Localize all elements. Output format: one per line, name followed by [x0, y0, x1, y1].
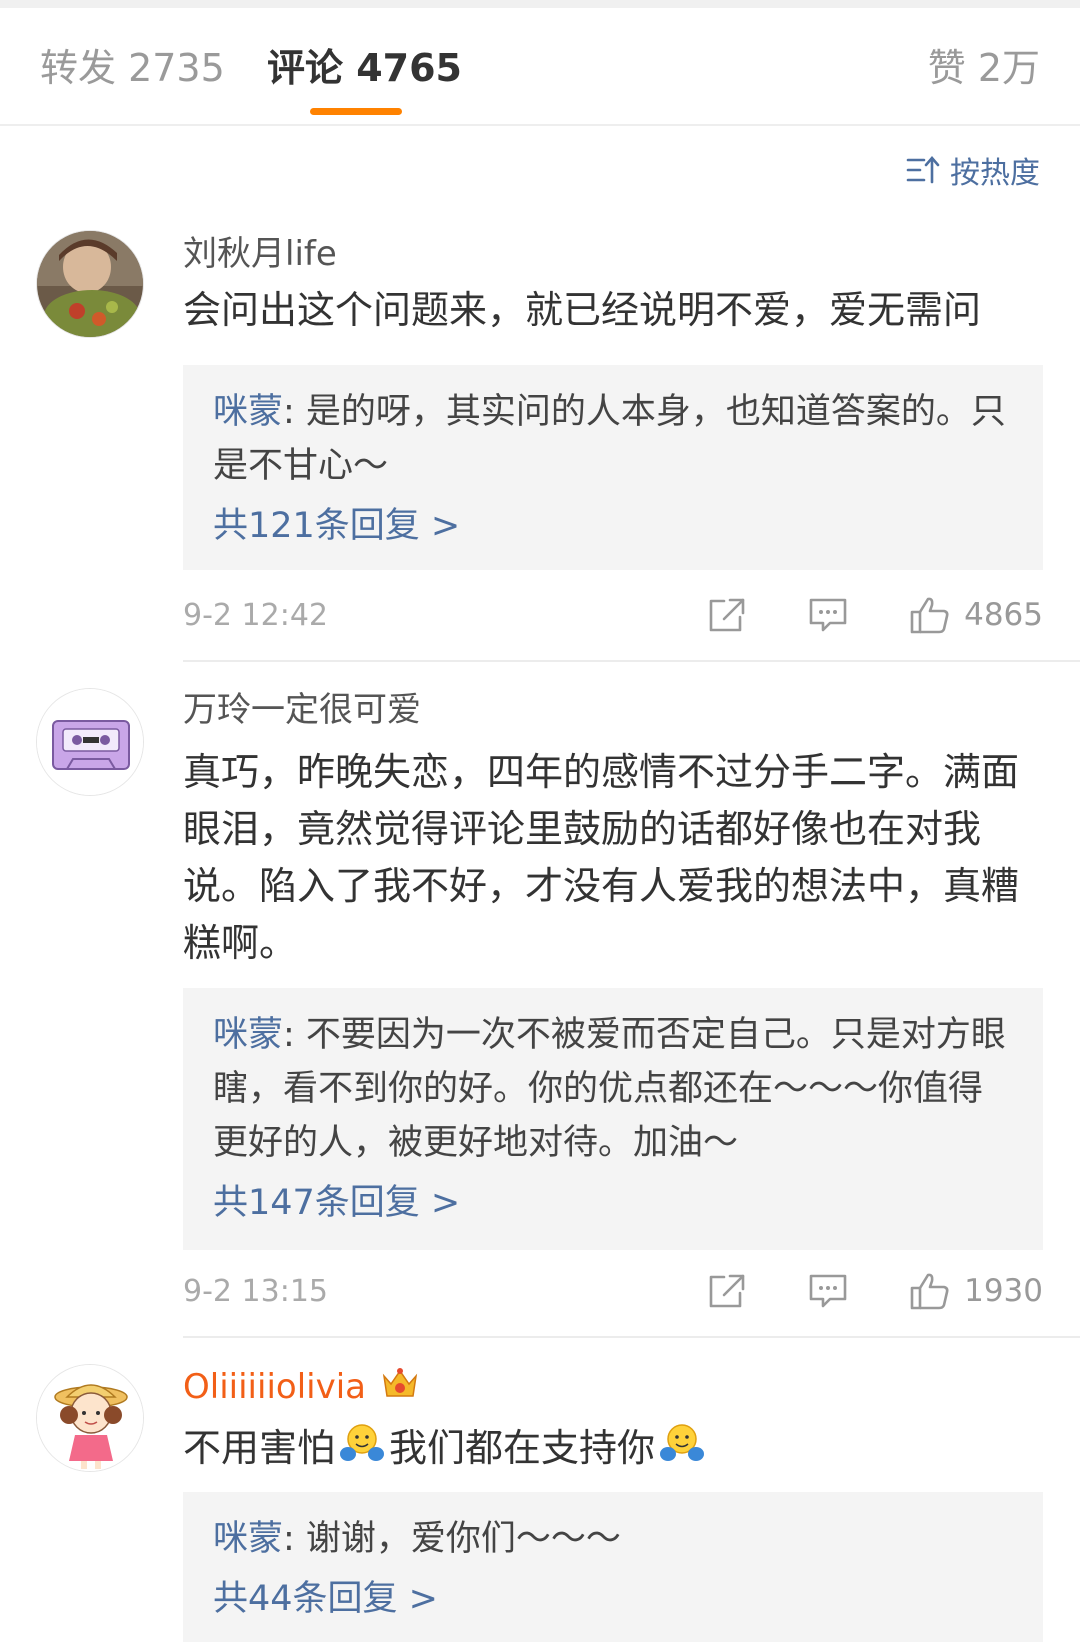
comment-icon[interactable]	[808, 1273, 848, 1309]
comment-text: 会问出这个问题来，就已经说明不爱，爱无需问	[183, 288, 982, 332]
timestamp: 9-2 12:42	[183, 598, 328, 633]
reply-line: 咪蒙: 谢谢，爱你们～～～	[213, 1512, 1013, 1566]
comment-text-part: 我们都在支持你	[389, 1426, 656, 1470]
reply-line: 咪蒙: 是的呀，其实问的人本身，也知道答案的。只是不甘心～	[213, 385, 1013, 493]
reply-line: 咪蒙: 不要因为一次不被爱而否定自己。只是对方眼瞎，看不到你的好。你的优点都还在…	[213, 1008, 1013, 1170]
comment-icon[interactable]	[808, 597, 848, 633]
avatar[interactable]	[36, 230, 144, 338]
more-replies-link[interactable]: 共44条回复 >	[213, 1572, 1013, 1626]
thumbs-up-icon	[910, 1273, 949, 1310]
comment-username[interactable]: Oliiiiiiolivia	[183, 1365, 423, 1411]
reply-text: : 是的呀，其实问的人本身，也知道答案的。只是不甘心～	[213, 392, 1006, 486]
thumbs-up-icon	[910, 597, 949, 634]
avatar[interactable]	[36, 1364, 144, 1472]
comment-text-part: 不用害怕	[183, 1426, 336, 1470]
comment-meta: 9-2 12:42 4865	[183, 596, 1043, 640]
avatar[interactable]	[36, 688, 144, 796]
like-count: 4865	[964, 597, 1043, 633]
top-divider	[0, 0, 1080, 8]
reply-text: : 谢谢，爱你们～～～	[283, 1519, 621, 1559]
share-icon[interactable]	[708, 597, 746, 633]
reply-author[interactable]: 咪蒙	[213, 1519, 283, 1559]
sort-label: 按热度	[950, 156, 1040, 191]
divider	[183, 1336, 1080, 1338]
comment-username[interactable]: 刘秋月life	[183, 232, 337, 276]
like-button[interactable]: 1930	[910, 1272, 1043, 1310]
sort-icon	[906, 156, 940, 184]
reply-author[interactable]: 咪蒙	[213, 392, 283, 432]
divider	[183, 660, 1080, 662]
comment-actions: 4865	[646, 596, 1043, 634]
hug-emoji-icon	[659, 1422, 705, 1480]
reply-box[interactable]: 咪蒙: 是的呀，其实问的人本身，也知道答案的。只是不甘心～ 共121条回复 >	[183, 365, 1043, 570]
tab-likes[interactable]: 赞 2万	[928, 43, 1040, 93]
like-count: 1930	[964, 1273, 1043, 1309]
reply-box[interactable]: 咪蒙: 谢谢，爱你们～～～ 共44条回复 >	[183, 1492, 1043, 1642]
share-icon[interactable]	[708, 1273, 746, 1309]
comment-username[interactable]: 万玲一定很可爱	[183, 688, 421, 732]
tab-bar: 转发 2735 评论 4765 赞 2万	[0, 8, 1080, 126]
comment-actions: 1930	[646, 1272, 1043, 1310]
comment-text: 不用害怕 我们都在支持你	[183, 1420, 1043, 1480]
username-text: Oliiiiiiolivia	[183, 1367, 366, 1407]
timestamp: 9-2 13:15	[183, 1274, 328, 1309]
tab-repost[interactable]: 转发 2735	[40, 43, 225, 93]
comment-meta: 9-2 13:15 1930	[183, 1272, 1043, 1316]
hug-emoji-icon	[339, 1422, 385, 1480]
reply-box[interactable]: 咪蒙: 不要因为一次不被爱而否定自己。只是对方眼瞎，看不到你的好。你的优点都还在…	[183, 988, 1043, 1250]
more-replies-link[interactable]: 共121条回复 >	[213, 499, 1013, 553]
tab-comments[interactable]: 评论 4765	[267, 43, 462, 93]
sort-button[interactable]: 按热度	[906, 148, 1040, 192]
reply-author[interactable]: 咪蒙	[213, 1015, 283, 1055]
comment-text: 真巧，昨晚失恋，四年的感情不过分手二字。满面眼泪，竟然觉得评论里鼓励的话都好像也…	[183, 750, 1020, 965]
more-replies-link[interactable]: 共147条回复 >	[213, 1176, 1013, 1230]
vip-crown-icon	[381, 1366, 419, 1411]
active-tab-indicator	[310, 108, 402, 115]
like-button[interactable]: 4865	[910, 596, 1043, 634]
reply-text: : 不要因为一次不被爱而否定自己。只是对方眼瞎，看不到你的好。你的优点都还在～～…	[213, 1015, 1006, 1163]
